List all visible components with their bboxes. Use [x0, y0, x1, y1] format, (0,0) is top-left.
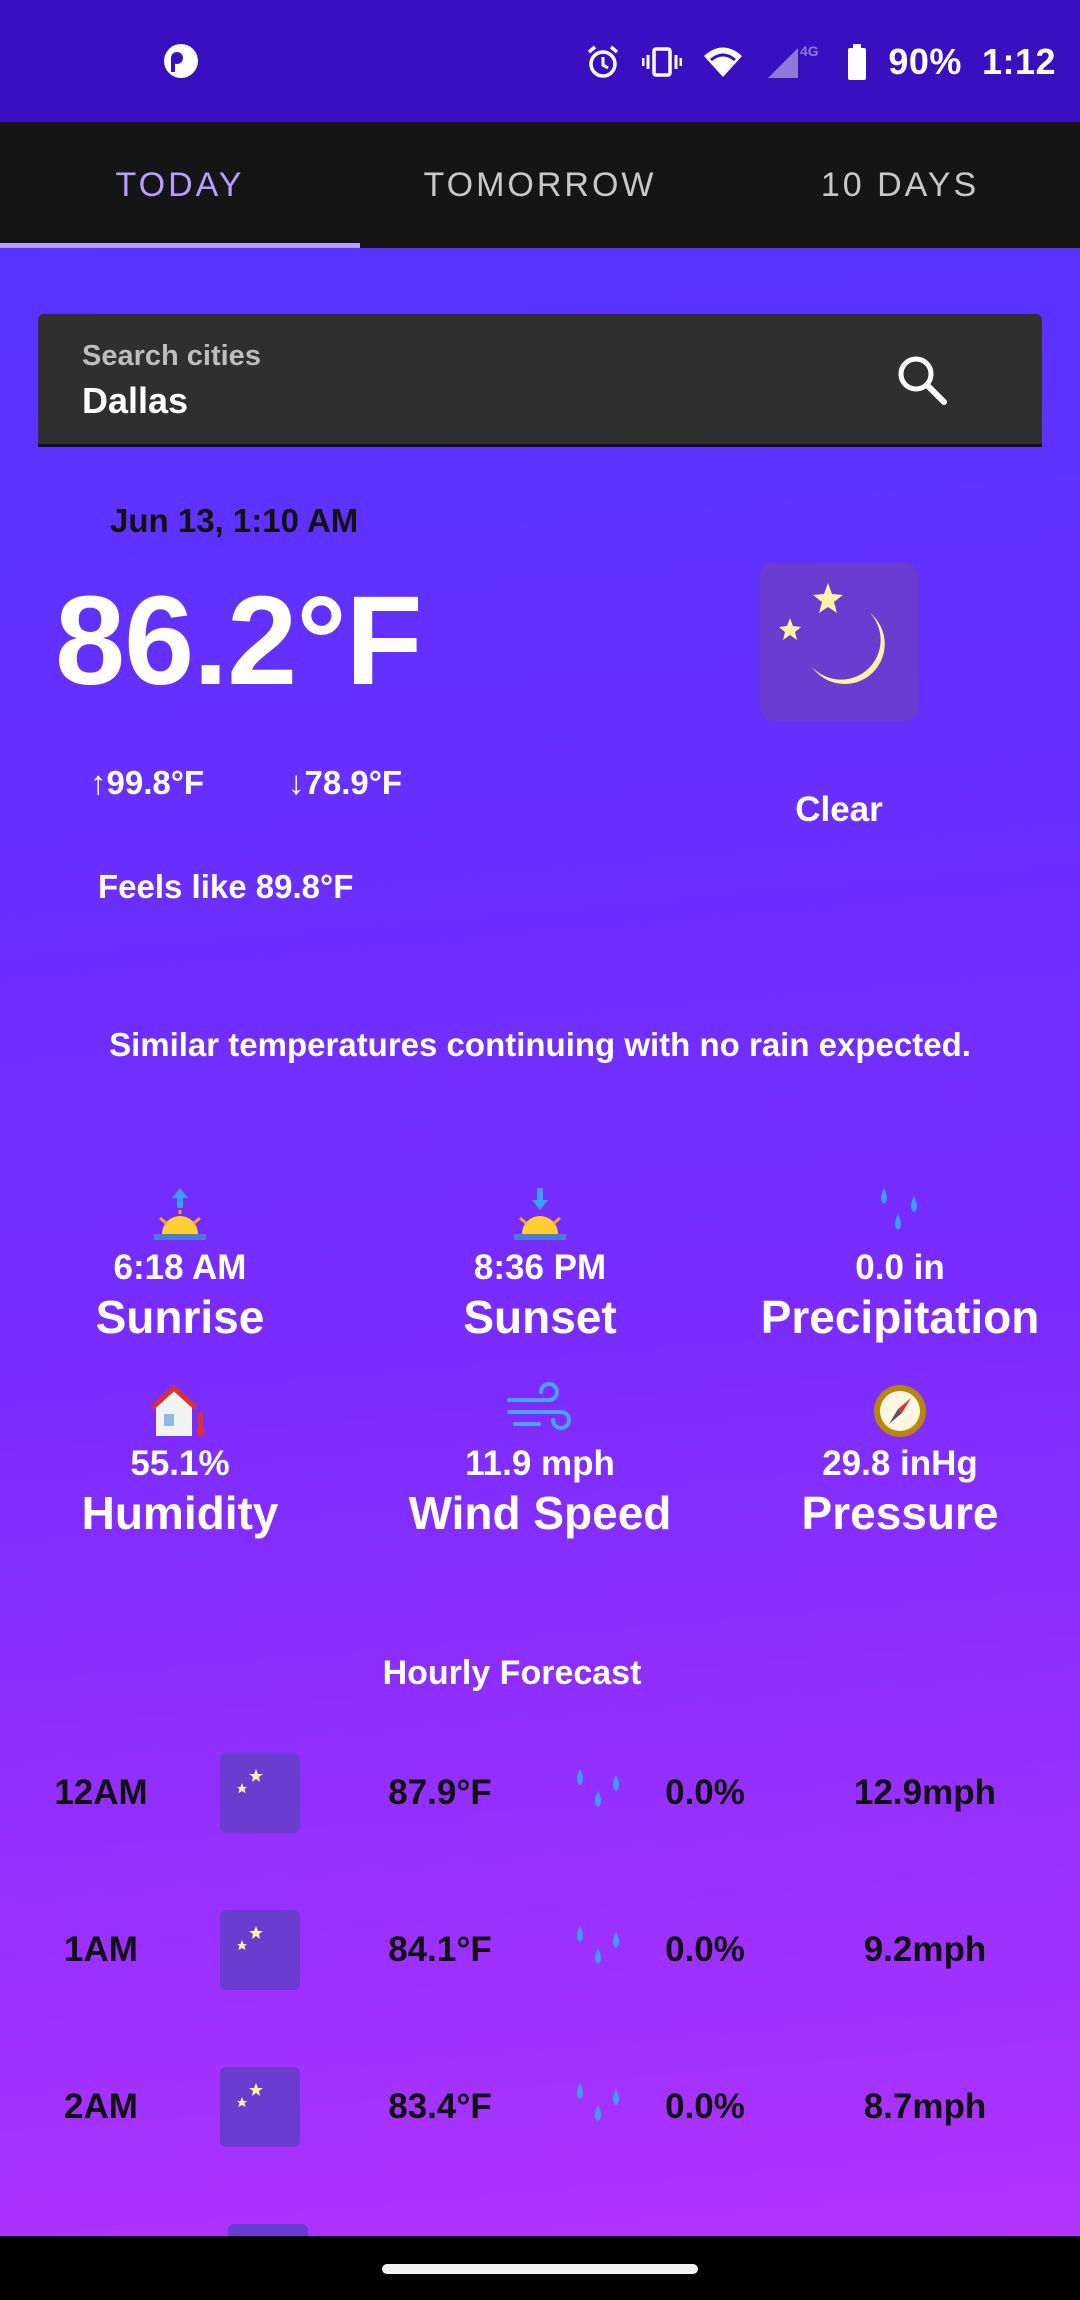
wind-speed-label: Wind Speed [408, 1487, 672, 1539]
weather-content: Search cities Dallas Jun 13, 1:10 AM 86.… [0, 248, 1080, 2236]
hourly-row-partial [228, 2224, 308, 2236]
sunrise-label: Sunrise [95, 1291, 265, 1343]
humidity-label: Humidity [81, 1487, 279, 1539]
vibrate-icon [642, 47, 683, 77]
clock: 1:12 [981, 41, 1056, 82]
hourly-row: 12AM 87.9°F 0.0% 12.9mph [0, 1753, 1080, 1833]
svg-text:4G: 4G [800, 43, 819, 59]
pressure-label: Pressure [801, 1487, 999, 1539]
precipitation-label: Precipitation [760, 1291, 1040, 1343]
precipitation-value: 0.0 in [855, 1248, 945, 1287]
feels-like: Feels like 89.8°F [98, 868, 354, 905]
condition-label: Clear [795, 790, 883, 829]
hourly-row: 1AM 84.1°F 0.0% 9.2mph [0, 1910, 1080, 1990]
high-temperature: ↑99.8°F [90, 764, 205, 801]
humidity-house-icon [0, 1382, 360, 1440]
tab-today[interactable]: TODAY [0, 122, 360, 248]
hour-precipitation: 0.0% [665, 1773, 745, 1812]
hourly-forecast-title: Hourly Forecast [382, 1654, 642, 1692]
sunset-value: 8:36 PM [473, 1248, 607, 1287]
status-bar: 4G 90% 1:12 [0, 0, 1080, 122]
hour-precipitation: 0.0% [665, 1930, 745, 1969]
hour-wind: 8.7mph [863, 2087, 987, 2126]
detail-sunset: 8:36 PM Sunset [360, 1186, 720, 1344]
wifi-icon [704, 47, 743, 77]
hour-wind: 9.2mph [863, 1930, 987, 1969]
wind-speed-value: 11.9 mph [465, 1444, 615, 1483]
detail-pressure: 29.8 inHg Pressure [720, 1382, 1080, 1540]
alarm-icon [588, 45, 619, 78]
pressure-value: 29.8 inHg [822, 1444, 978, 1483]
humidity-value: 55.1% [130, 1444, 230, 1483]
battery-percent: 90% [888, 41, 962, 82]
detail-sunrise: 6:18 AM Sunrise [0, 1186, 360, 1344]
hour-time: 2AM [64, 2087, 138, 2126]
hour-temperature: 84.1°F [388, 1930, 492, 1969]
raindrops-icon [568, 1753, 638, 1833]
home-gesture-handle[interactable] [382, 2264, 698, 2274]
app-notification-icon [164, 44, 198, 78]
status-icons: 4G 90% 1:12 [584, 30, 1056, 94]
signal-icon: 4G [768, 43, 819, 78]
detail-humidity: 55.1% Humidity [0, 1382, 360, 1540]
search-label: Search cities [82, 340, 261, 372]
detail-wind-speed: 11.9 mph Wind Speed [360, 1382, 720, 1540]
hour-time: 12AM [54, 1773, 148, 1812]
forecast-summary: Similar temperatures continuing with no … [109, 1026, 971, 1063]
raindrops-icon [568, 2067, 638, 2147]
sunset-icon [360, 1186, 720, 1244]
moon-stars-icon [220, 1910, 300, 1990]
hour-precipitation: 0.0% [665, 2087, 745, 2126]
tab-bar: TODAY TOMORROW 10 DAYS [0, 122, 1080, 248]
search-input[interactable]: Dallas [82, 380, 188, 422]
current-date: Jun 13, 1:10 AM [110, 502, 359, 539]
wind-icon [360, 1382, 720, 1440]
sunset-label: Sunset [463, 1291, 617, 1343]
search-field[interactable]: Search cities Dallas [38, 314, 1042, 447]
moon-stars-icon [760, 563, 918, 721]
hour-temperature: 87.9°F [388, 1773, 492, 1812]
sunrise-value: 6:18 AM [113, 1248, 247, 1287]
sunrise-icon [0, 1186, 360, 1244]
raindrops-icon [568, 1910, 638, 1990]
current-temperature: 86.2°F [55, 570, 423, 711]
detail-precipitation: 0.0 in Precipitation [720, 1186, 1080, 1344]
hour-temperature: 83.4°F [388, 2087, 492, 2126]
hour-wind: 12.9mph [854, 1773, 996, 1812]
moon-stars-icon [220, 1753, 300, 1833]
battery-icon [848, 44, 867, 80]
raindrops-icon [720, 1186, 1080, 1244]
tab-10-days[interactable]: 10 DAYS [720, 122, 1080, 248]
hour-time: 1AM [64, 1930, 138, 1969]
navigation-bar [0, 2236, 1080, 2300]
compass-icon [720, 1382, 1080, 1440]
tab-tomorrow[interactable]: TOMORROW [360, 122, 720, 248]
low-temperature: ↓78.9°F [288, 764, 403, 801]
hourly-row: 2AM 83.4°F 0.0% 8.7mph [0, 2067, 1080, 2147]
moon-stars-icon [220, 2067, 300, 2147]
search-icon[interactable] [892, 350, 952, 410]
